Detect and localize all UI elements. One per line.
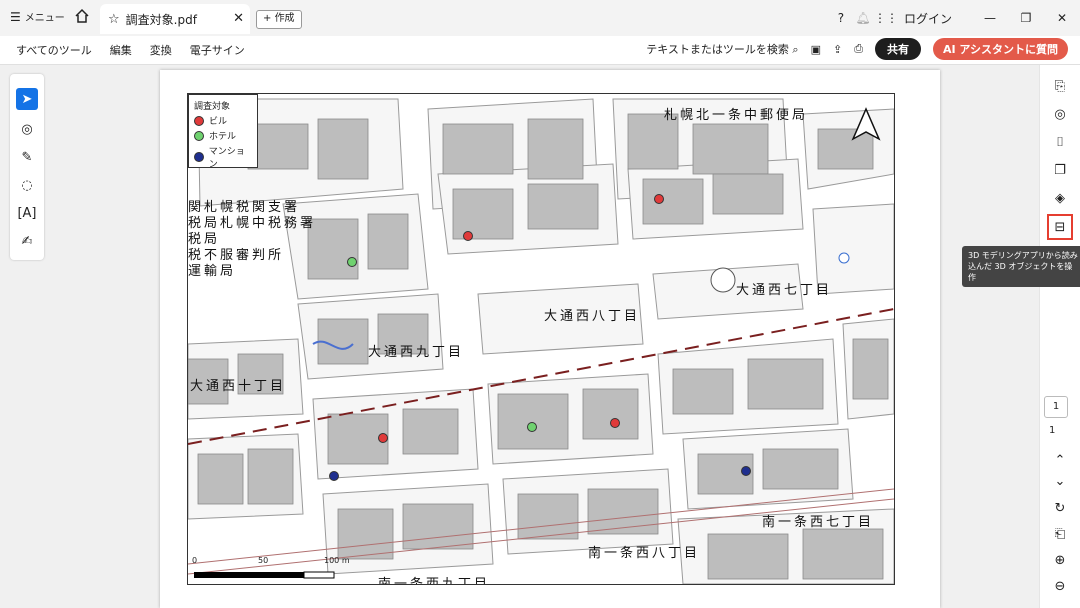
ai-assistant-button[interactable]: AI アシスタントに質問 — [933, 38, 1068, 60]
bell-icon[interactable]: 🔔︎ — [852, 11, 874, 25]
map-figure: 札幌北一条中郵便局 大通西八丁目 大通西七丁目 大通西九丁目 大通西十丁目 南一… — [187, 93, 895, 585]
marker-hotel — [347, 257, 357, 267]
upload-icon[interactable]: ⇪ — [833, 43, 842, 56]
scale-50: 50 — [258, 556, 269, 565]
comment-icon[interactable]: ◎ — [16, 118, 38, 140]
new-tab-button[interactable]: + 作成 — [256, 10, 302, 29]
home-icon[interactable] — [74, 8, 90, 28]
zoom-out-icon[interactable]: ⊖ — [1049, 575, 1071, 597]
legend-label: マンション — [208, 147, 245, 170]
help-icon[interactable]: ? — [830, 11, 852, 25]
red-dot-icon — [194, 115, 204, 126]
search-label: テキストまたはツールを検索 — [646, 43, 789, 56]
map-legend: 調査対象 ビル ホテル マンション — [188, 94, 258, 170]
scale-100: 100 m — [324, 556, 350, 565]
pen-icon[interactable]: ✎ — [16, 146, 38, 168]
menu-button[interactable]: ☰ メニュー — [10, 9, 65, 25]
marker-building — [463, 231, 473, 241]
hamburger-icon: ☰ — [10, 9, 21, 24]
page-number-input[interactable]: 1 — [1044, 396, 1068, 418]
label-s1-w9: 南一条西九丁目 — [378, 577, 491, 585]
save-icon[interactable]: ▣ — [811, 43, 821, 56]
legend-item: ホテル — [194, 129, 252, 142]
legend-label: ビル — [209, 117, 228, 127]
minimize-icon[interactable]: — — [972, 11, 1008, 25]
comments-icon[interactable]: ◎ — [1049, 103, 1071, 125]
marker-hotel — [527, 422, 537, 432]
ai-generate-icon[interactable]: ⎘ — [1049, 75, 1071, 97]
text-box-icon[interactable]: [A] — [16, 202, 38, 224]
left-tool-rail: ➤ ◎ ✎ ◌ [A] ✍ — [10, 74, 44, 260]
pages-icon[interactable]: ❐ — [1049, 159, 1071, 181]
legend-title: 調査対象 — [194, 102, 231, 112]
edit-menu[interactable]: 編集 — [110, 42, 132, 58]
marker-building — [378, 433, 388, 443]
select-cursor-icon[interactable]: ➤ — [16, 88, 38, 110]
zoom-in-icon[interactable]: ⊕ — [1049, 549, 1071, 571]
scale-0: 0 — [192, 556, 198, 565]
menu-label: メニュー — [24, 13, 65, 24]
layers-icon[interactable]: ◈ — [1049, 187, 1071, 209]
label-odori-w10: 大通西十丁目 — [190, 379, 287, 394]
new-tab-label: 作成 — [274, 13, 295, 24]
convert-menu[interactable]: 変換 — [150, 42, 172, 58]
print-icon[interactable]: ⎙ — [854, 42, 863, 56]
search-tools[interactable]: テキストまたはツールを検索 ⌕ — [646, 41, 798, 57]
tab-title: 調査対象.pdf — [125, 12, 197, 27]
main-toolbar: すべてのツール 編集 変換 電子サイン テキストまたはツールを検索 ⌕ ▣ ⇪ … — [0, 36, 1080, 65]
marker-mansion — [329, 471, 339, 481]
legend-label: ホテル — [209, 132, 237, 142]
label-odori-w9: 大通西九丁目 — [368, 345, 465, 360]
document-tab[interactable]: ☆ 調査対象.pdf ✕ — [100, 4, 250, 34]
green-dot-icon — [194, 130, 204, 141]
right-tool-rail: ⎘ ◎ ⌷ ❐ ◈ ⊟ ⌃ ⌄ ↻ ⎗ ⊕ ⊖ — [1039, 65, 1080, 608]
blue-dot-icon — [194, 152, 204, 162]
share-button[interactable]: 共有 — [875, 38, 921, 60]
pdf-page: 札幌北一条中郵便局 大通西八丁目 大通西七丁目 大通西九丁目 大通西十丁目 南一… — [160, 70, 940, 608]
label-odori-w7: 大通西七丁目 — [736, 283, 833, 298]
extract-icon[interactable]: ⎗ — [1049, 523, 1071, 545]
esign-menu[interactable]: 電子サイン — [190, 42, 245, 58]
close-tab-icon[interactable]: ✕ — [233, 11, 244, 26]
bookmark-icon[interactable]: ⌷ — [1049, 131, 1071, 153]
scroll-down-icon[interactable]: ⌄ — [1049, 470, 1071, 492]
legend-item: ビル — [194, 114, 252, 127]
label-s1-w7: 南一条西七丁目 — [762, 515, 875, 530]
label-transport: 運輸局 — [188, 264, 237, 279]
label-odori-w8: 大通西八丁目 — [544, 309, 641, 324]
scroll-up-icon[interactable]: ⌃ — [1049, 449, 1071, 471]
page-count: 1 — [1049, 425, 1056, 436]
marker-mansion — [741, 466, 751, 476]
label-post-office: 札幌北一条中郵便局 — [664, 108, 809, 123]
rotate-icon[interactable]: ↻ — [1049, 497, 1071, 519]
lasso-icon[interactable]: ◌ — [16, 174, 38, 196]
apps-icon[interactable]: ⋮⋮ — [874, 11, 898, 25]
marker-building — [610, 418, 620, 428]
maximize-icon[interactable]: ❐ — [1008, 11, 1044, 25]
window-close-icon[interactable]: ✕ — [1044, 11, 1080, 25]
login-button[interactable]: ログイン — [904, 10, 952, 27]
document-viewer[interactable]: 札幌北一条中郵便局 大通西八丁目 大通西七丁目 大通西九丁目 大通西十丁目 南一… — [56, 65, 1040, 608]
tooltip: 3D モデリングアプリから読み込んだ 3D オブジェクトを操作 — [962, 246, 1080, 287]
star-icon[interactable]: ☆ — [108, 12, 120, 27]
title-bar: ☰ メニュー ☆ 調査対象.pdf ✕ + 作成 ? 🔔︎ ⋮⋮ ログイン — … — [0, 0, 1080, 36]
legend-item: マンション — [194, 144, 252, 170]
marker-building — [654, 194, 664, 204]
all-tools-menu[interactable]: すべてのツール — [16, 42, 92, 58]
sign-icon[interactable]: ✍ — [16, 230, 38, 252]
label-s1-w8: 南一条西八丁目 — [588, 546, 701, 561]
model-tree-icon[interactable]: ⊟ — [1047, 214, 1073, 240]
search-icon: ⌕ — [792, 43, 799, 56]
